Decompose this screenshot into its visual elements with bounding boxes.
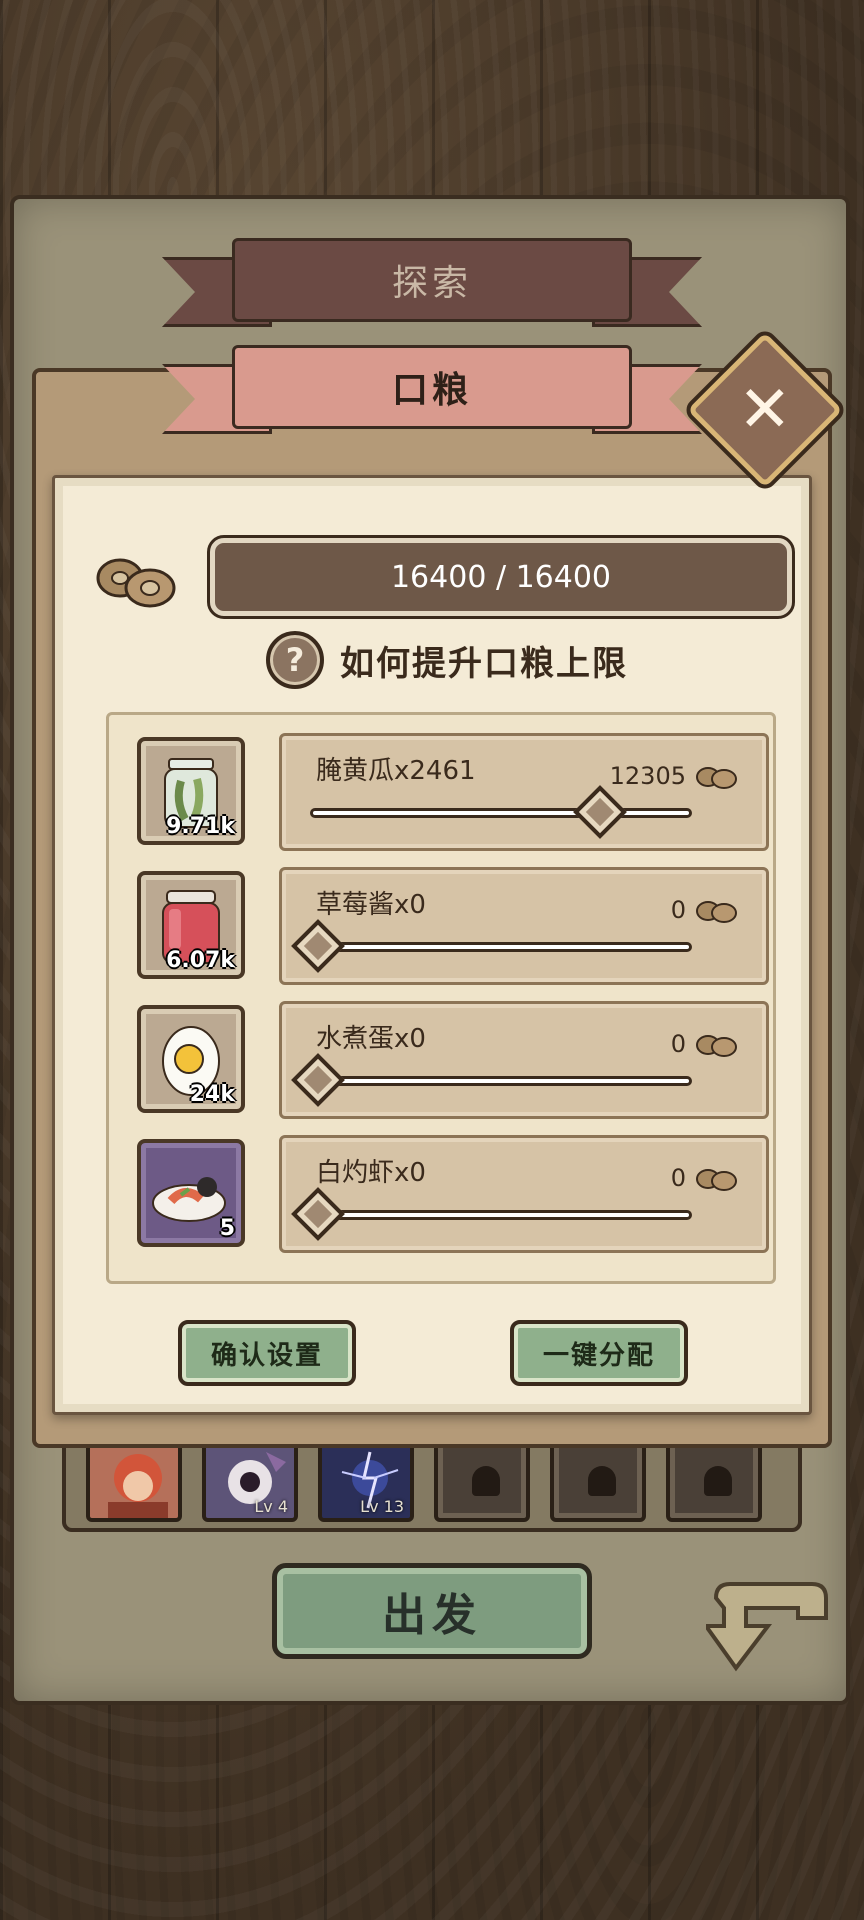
confirm-settings-label: 确认设置 [210,1340,323,1371]
item-name: 水煮蛋x0 [316,1024,426,1054]
item-name: 白灼虾x0 [316,1158,426,1188]
party-slot-locked-3 [666,1438,762,1522]
list-item: 24k 水煮蛋x0 0 [109,1001,773,1123]
party-slot-1[interactable] [86,1438,182,1522]
slot-level-label: Lv 13 [360,1497,404,1516]
rations-icon [696,1169,737,1191]
party-slot-locked-1 [434,1438,530,1522]
rations-icon [696,1035,737,1057]
food-list: 9.71k 腌黄瓜x2461 12305 6.07k 草莓酱x0 0 24k 水… [106,712,776,1284]
help-link[interactable]: ? 如何提升口粮上限 [266,630,628,690]
question-icon: ? [266,631,324,689]
lock-icon [704,1466,732,1496]
lock-icon [472,1466,500,1496]
slider-handle[interactable] [291,919,345,973]
lock-icon [588,1466,616,1496]
auto-assign-label: 一键分配 [542,1340,655,1371]
hero-portrait-icon [108,1454,168,1518]
party-slot-3[interactable]: Lv 13 [318,1438,414,1522]
item-name: 草莓酱x0 [316,890,426,920]
slider-handle[interactable] [573,785,627,839]
item-ration-value: 12305 [609,762,686,790]
item-row-panel: 草莓酱x0 0 [279,867,769,985]
list-item: 9.71k 腌黄瓜x2461 12305 [109,733,773,855]
item-slider[interactable] [291,919,692,973]
item-stock: 5 [219,1216,235,1241]
item-row-panel: 白灼虾x0 0 [279,1135,769,1253]
slider-handle[interactable] [291,1053,345,1107]
depart-label: 出发 [382,1590,482,1641]
item-ration-value: 0 [670,1164,686,1192]
slot-level-label: Lv 4 [254,1497,288,1516]
close-icon: ✕ [738,373,792,447]
list-item: 5 白灼虾x0 0 [109,1135,773,1257]
tab-food-label: 口粮 [232,345,632,429]
rations-capacity-bar: 16400 / 16400 [207,535,795,619]
item-row-panel: 腌黄瓜x2461 12305 [279,733,769,851]
item-slider[interactable] [310,785,692,839]
tab-food[interactable]: 口粮 [162,342,702,434]
item-ration-value: 0 [670,1030,686,1058]
tab-explore-label: 探索 [232,238,632,322]
item-stock: 24k [189,1082,235,1107]
tab-explore[interactable]: 探索 [162,235,702,327]
rations-icon [96,558,176,608]
party-slot-2[interactable]: Lv 4 [202,1438,298,1522]
rations-icon [696,901,737,923]
help-text: 如何提升口粮上限 [340,643,628,684]
return-arrow-icon[interactable] [706,1578,836,1686]
auto-assign-button[interactable]: 一键分配 [510,1320,688,1386]
rations-icon [696,767,737,789]
item-stock: 6.07k [166,948,235,973]
confirm-settings-button[interactable]: 确认设置 [178,1320,356,1386]
item-thumb[interactable]: 5 [137,1139,245,1247]
item-thumb[interactable]: 24k [137,1005,245,1113]
item-slider[interactable] [291,1187,692,1241]
slider-handle[interactable] [291,1187,345,1241]
party-slot-locked-2 [550,1438,646,1522]
item-stock: 9.71k [166,814,235,839]
list-item: 6.07k 草莓酱x0 0 [109,867,773,989]
item-slider[interactable] [291,1053,692,1107]
item-ration-value: 0 [670,896,686,924]
item-name: 腌黄瓜x2461 [316,756,476,786]
item-thumb[interactable]: 9.71k [137,737,245,845]
depart-button[interactable]: 出发 [272,1563,592,1659]
item-thumb[interactable]: 6.07k [137,871,245,979]
rations-capacity-text: 16400 / 16400 [390,559,612,595]
item-row-panel: 水煮蛋x0 0 [279,1001,769,1119]
